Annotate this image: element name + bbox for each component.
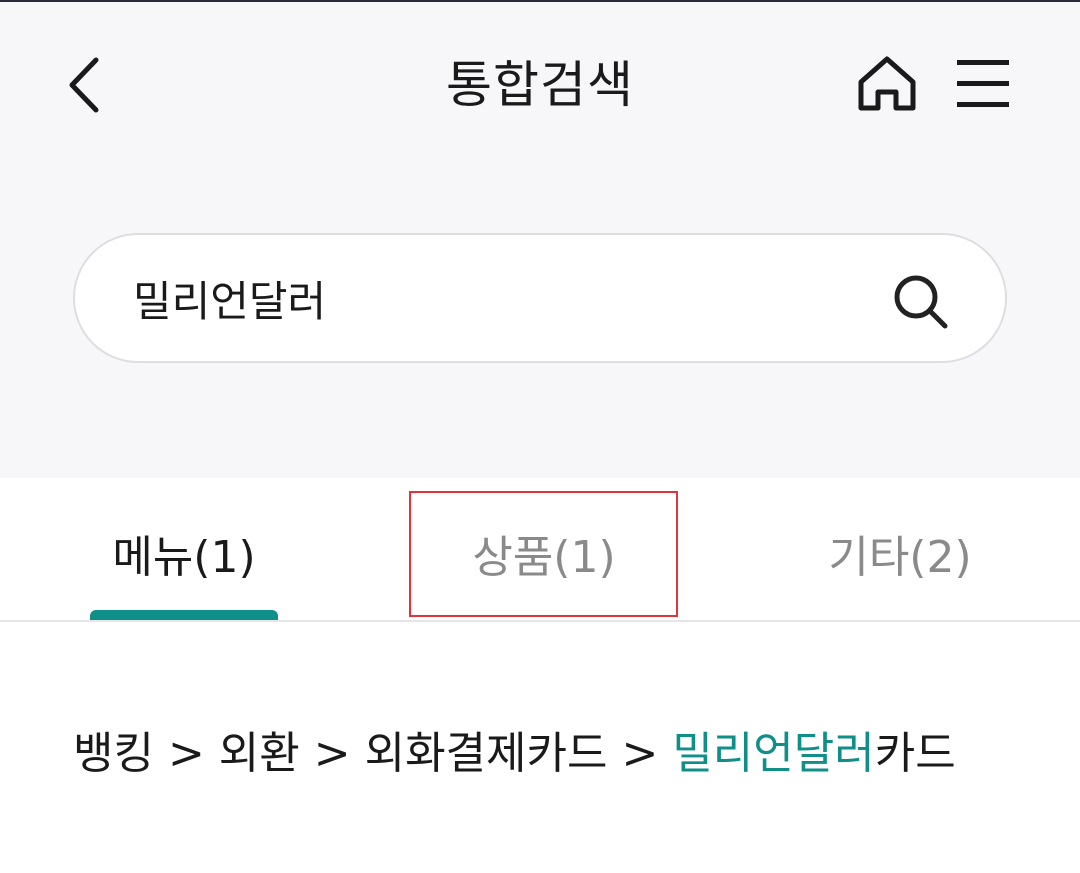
tab-menu[interactable]: 메뉴(1): [90, 528, 278, 588]
search-input[interactable]: [133, 265, 853, 331]
hamburger-menu-icon: [957, 60, 1009, 107]
tab-etc[interactable]: 기타(2): [790, 528, 1010, 588]
page-title: 통합검색: [446, 56, 634, 114]
result-item[interactable]: 뱅킹 > 외환 > 외화결제카드 > 밀리언달러카드: [73, 722, 1033, 786]
tab-product[interactable]: 상품(1): [420, 528, 668, 588]
result-suffix: 카드: [874, 728, 956, 779]
tab-divider: [0, 620, 1080, 622]
search-icon: [894, 275, 948, 329]
search-button[interactable]: [889, 271, 953, 333]
header-area: 통합검색: [0, 2, 1080, 478]
home-icon: [858, 56, 916, 111]
result-keyword: 밀리언달러: [672, 728, 875, 779]
menu-button[interactable]: [954, 56, 1012, 112]
tab-bar: 메뉴(1) 상품(1) 기타(2): [0, 478, 1080, 622]
search-box: [73, 233, 1007, 363]
result-path: 뱅킹 > 외환 > 외화결제카드 >: [73, 728, 673, 779]
home-button[interactable]: [856, 54, 918, 114]
